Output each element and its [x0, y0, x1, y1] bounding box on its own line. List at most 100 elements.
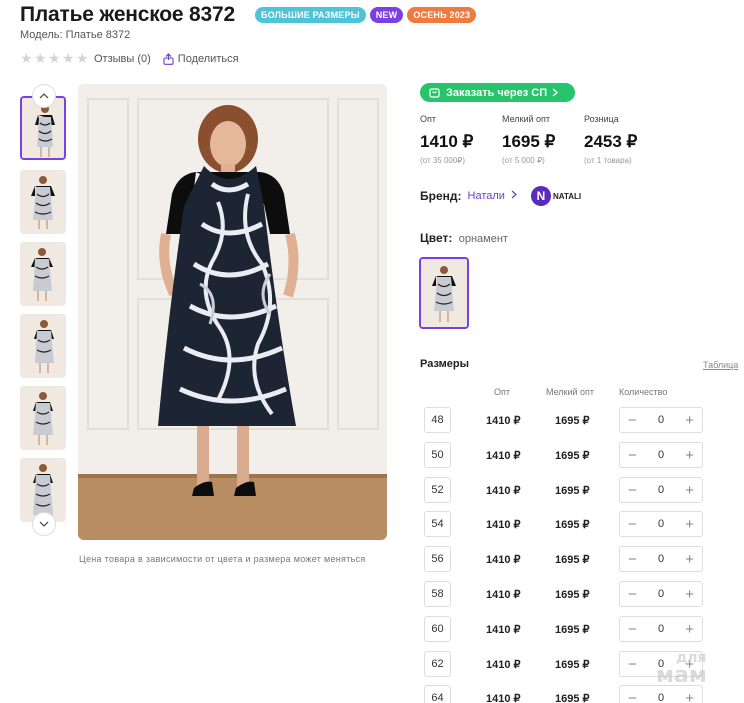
color-swatch-ornament[interactable]	[419, 257, 469, 329]
quantity-stepper[interactable]: − 0 +	[619, 511, 703, 537]
size-price-opt: 1410 ₽	[486, 589, 521, 601]
thumbnail-3[interactable]	[20, 242, 66, 306]
thumbnail-5[interactable]	[20, 386, 66, 450]
price-note: (от 35 000₽)	[420, 156, 466, 165]
brand-logo[interactable]: N NATALI	[530, 186, 581, 206]
plus-icon[interactable]: +	[685, 448, 694, 463]
quantity-value[interactable]: 0	[658, 414, 664, 426]
size-chip[interactable]: 56	[424, 546, 451, 572]
size-row: 50 1410 ₽ 1695 ₽ − 0 +	[424, 442, 744, 472]
minus-icon[interactable]: −	[628, 691, 637, 703]
price-label: Опт	[420, 114, 436, 124]
bag-icon	[429, 88, 440, 98]
thumbnail-4[interactable]	[20, 314, 66, 378]
chevron-right-icon	[511, 190, 517, 199]
photo-caption: Цена товара в зависимости от цвета и раз…	[79, 554, 366, 564]
size-price-opt: 1410 ₽	[486, 415, 521, 427]
size-price-small-opt: 1695 ₽	[555, 519, 590, 531]
size-price-opt: 1410 ₽	[486, 693, 521, 703]
size-table-link[interactable]: Таблица	[703, 360, 738, 370]
size-chip[interactable]: 54	[424, 511, 451, 537]
product-model: Модель: Платье 8372	[20, 29, 131, 41]
minus-icon[interactable]: −	[628, 483, 637, 498]
thumbnail-up-button[interactable]	[32, 84, 56, 108]
plus-icon[interactable]: +	[685, 587, 694, 602]
minus-icon[interactable]: −	[628, 517, 637, 532]
minus-icon[interactable]: −	[628, 657, 637, 672]
quantity-value[interactable]: 0	[658, 553, 664, 565]
size-price-opt: 1410 ₽	[486, 519, 521, 531]
size-chip[interactable]: 64	[424, 685, 451, 703]
size-price-small-opt: 1695 ₽	[555, 450, 590, 462]
size-chip[interactable]: 58	[424, 581, 451, 607]
size-price-opt: 1410 ₽	[486, 485, 521, 497]
price-value: 1410 ₽	[420, 132, 474, 151]
watermark-line2: мам	[656, 663, 707, 688]
price-small-wholesale: Мелкий опт 1695 ₽ (от 5 000 ₽)	[502, 114, 584, 165]
minus-icon[interactable]: −	[628, 413, 637, 428]
price-note: (от 5 000 ₽)	[502, 156, 545, 165]
thumbnail-down-button[interactable]	[32, 512, 56, 536]
plus-icon[interactable]: +	[685, 552, 694, 567]
plus-icon[interactable]: +	[685, 517, 694, 532]
thumbnail-2[interactable]	[20, 170, 66, 234]
brand-label: Бренд:	[420, 189, 462, 203]
brand-link[interactable]: Натали	[468, 190, 517, 202]
star-icon: ★	[34, 50, 47, 66]
star-icon: ★	[62, 50, 75, 66]
minus-icon[interactable]: −	[628, 448, 637, 463]
quantity-stepper[interactable]: − 0 +	[619, 581, 703, 607]
size-price-small-opt: 1695 ₽	[555, 693, 590, 703]
price-label: Розница	[584, 114, 619, 124]
share-button[interactable]: Поделиться	[163, 53, 239, 65]
col-header-qty: Количество	[619, 387, 668, 397]
size-price-opt: 1410 ₽	[486, 554, 521, 566]
sizes-title: Размеры	[420, 358, 470, 370]
size-price-small-opt: 1695 ₽	[555, 589, 590, 601]
chevron-up-icon	[39, 93, 49, 99]
plus-icon[interactable]: +	[685, 691, 694, 703]
quantity-stepper[interactable]: − 0 +	[619, 546, 703, 572]
size-row: 56 1410 ₽ 1695 ₽ − 0 +	[424, 546, 744, 576]
plus-icon[interactable]: +	[685, 413, 694, 428]
size-chip[interactable]: 52	[424, 477, 451, 503]
size-price-small-opt: 1695 ₽	[555, 415, 590, 427]
size-row: 52 1410 ₽ 1695 ₽ − 0 +	[424, 477, 744, 507]
order-sp-button[interactable]: Заказать через СП	[420, 83, 575, 102]
quantity-value[interactable]: 0	[658, 518, 664, 530]
quantity-value[interactable]: 0	[658, 484, 664, 496]
brand-row: Бренд: Натали N NATALI	[420, 186, 581, 206]
size-price-small-opt: 1695 ₽	[555, 485, 590, 497]
main-product-photo[interactable]	[78, 84, 387, 540]
size-chip[interactable]: 48	[424, 407, 451, 433]
size-price-opt: 1410 ₽	[486, 624, 521, 636]
size-price-small-opt: 1695 ₽	[555, 659, 590, 671]
quantity-stepper[interactable]: − 0 +	[619, 477, 703, 503]
brand-name: Натали	[467, 190, 505, 202]
quantity-value[interactable]: 0	[658, 588, 664, 600]
rating-bar: ★ ★ ★ ★ ★ Отзывы (0) Поделиться	[20, 50, 239, 66]
quantity-stepper[interactable]: − 0 +	[619, 616, 703, 642]
quantity-value[interactable]: 0	[658, 623, 664, 635]
quantity-value[interactable]: 0	[658, 449, 664, 461]
plus-icon[interactable]: +	[685, 483, 694, 498]
price-retail: Розница 2453 ₽ (от 1 товара)	[584, 114, 666, 165]
star-icon: ★	[20, 50, 33, 66]
quantity-value[interactable]: 0	[658, 692, 664, 703]
minus-icon[interactable]: −	[628, 622, 637, 637]
quantity-stepper[interactable]: − 0 +	[619, 407, 703, 433]
price-wholesale: Опт 1410 ₽ (от 35 000₽)	[420, 114, 502, 165]
reviews-link[interactable]: Отзывы (0)	[94, 53, 151, 65]
star-icon: ★	[48, 50, 61, 66]
badge-season: ОСЕНЬ 2023	[407, 7, 477, 23]
minus-icon[interactable]: −	[628, 552, 637, 567]
size-chip[interactable]: 60	[424, 616, 451, 642]
size-chip[interactable]: 62	[424, 651, 451, 677]
size-chip[interactable]: 50	[424, 442, 451, 468]
size-row: 60 1410 ₽ 1695 ₽ − 0 +	[424, 616, 744, 646]
share-icon	[163, 52, 174, 65]
size-price-opt: 1410 ₽	[486, 450, 521, 462]
quantity-stepper[interactable]: − 0 +	[619, 442, 703, 468]
plus-icon[interactable]: +	[685, 622, 694, 637]
minus-icon[interactable]: −	[628, 587, 637, 602]
